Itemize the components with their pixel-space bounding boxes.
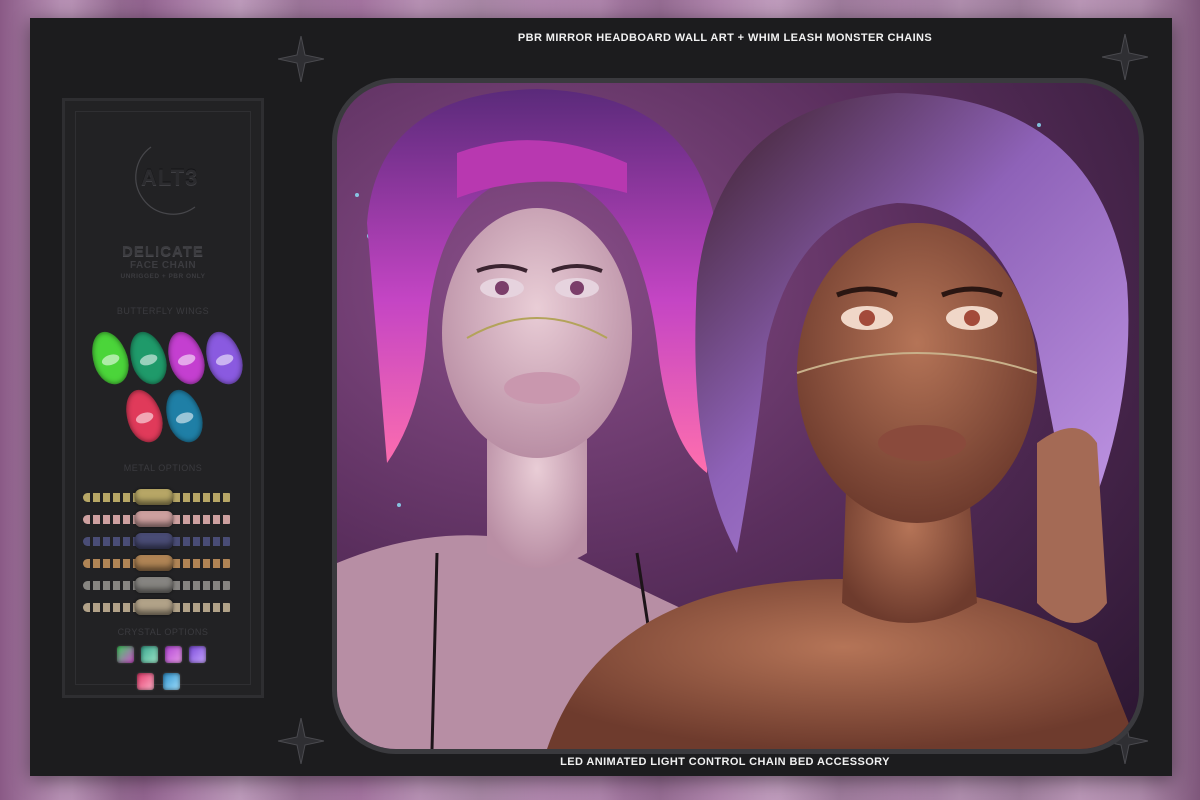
crystal-option-icon [189,646,206,663]
star-ornament-icon [1102,34,1148,80]
metal-option-icon [83,555,233,571]
mirror-model-image [332,78,1144,754]
metal-option-icon [83,511,233,527]
metal-option-icon [83,533,233,549]
wings-section-label: BUTTERFLY WINGS [116,306,210,316]
product-name: DELICATE [122,243,204,260]
crystal-option-icon [137,673,154,690]
bottom-caption: LED ANIMATED LIGHT CONTROL CHAIN BED ACC… [560,756,890,768]
metal-option-icon [83,489,233,505]
product-info-panel: ALT3 DELICATE FACE CHAIN UNRIGGED + PBR … [62,98,264,698]
product-type: FACE CHAIN [129,260,197,271]
star-ornament-icon [278,36,324,82]
crystal-option-icon [141,646,158,663]
crystal-section-label: CRYSTAL OPTIONS [117,627,209,637]
crystal-option-icon [165,646,182,663]
models-illustration [337,89,1139,749]
top-caption: PBR MIRROR HEADBOARD WALL ART + WHIM LEA… [517,32,933,44]
metal-section-label: METAL OPTIONS [123,463,203,473]
metal-option-icon [83,599,233,615]
crystal-option-icon [163,673,180,690]
crystal-option-icon [117,646,134,663]
metal-option-icon [83,577,233,593]
product-note: UNRIGGED + PBR ONLY [120,273,206,280]
brand-logo-text: ALT3 [141,165,199,190]
ad-panel: PBR MIRROR HEADBOARD WALL ART + WHIM LEA… [30,18,1172,776]
